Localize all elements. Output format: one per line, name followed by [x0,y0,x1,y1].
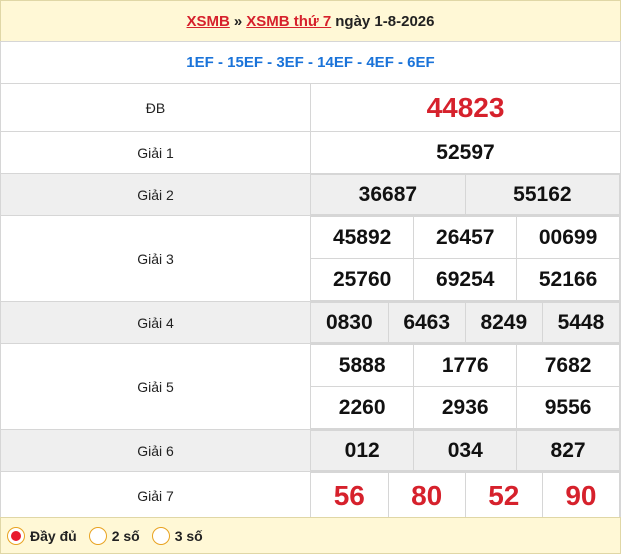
prize-number: 26457 [436,225,495,249]
prize-row-g1: Giải 1 52597 [0,131,621,174]
prize-number: 44823 [426,91,505,123]
radio-unchecked-icon[interactable] [88,526,107,545]
prize-number: 52 [488,479,520,511]
prize-row-g4: Giải 4 0830 6463 8249 5448 [0,301,621,344]
prize-row-g5: Giải 5 5888 1776 7682 2260 2936 9556 [0,343,621,430]
xsmb-link[interactable]: XSMB [187,13,230,30]
option-label: 3 số [174,527,203,544]
option-3-digits[interactable]: 3 số [151,526,203,545]
prize-label: ĐB [0,83,311,132]
prize-number: 9556 [544,395,592,419]
prize-number: 1776 [441,353,489,377]
prize-label: Giải 7 [0,471,311,520]
prize-label: Giải 1 [0,131,311,174]
draw-date: ngày 1-8-2026 [335,12,435,30]
prize-row-g2: Giải 2 36687 55162 [0,173,621,216]
results-header: XSMB » XSMB thứ 7 ngày 1-8-2026 [0,0,621,42]
prize-number: 0830 [325,310,373,334]
prize-number: 55162 [513,182,572,206]
prize-label: Giải 4 [0,301,311,344]
prize-number: 90 [565,479,597,511]
radio-checked-icon[interactable] [7,526,25,545]
prize-number: 45892 [332,225,392,249]
results-widget: XSMB » XSMB thứ 7 ngày 1-8-2026 1EF - 15… [0,0,621,554]
prize-number: 52597 [436,140,495,164]
option-label: 2 số [111,527,140,544]
prize-number: 5888 [338,353,386,377]
prize-label: Giải 6 [0,429,311,472]
prize-number: 827 [550,438,586,462]
prize-number: 2260 [338,395,386,419]
special-code-row: 1EF - 15EF - 3EF - 14EF - 4EF - 6EF [0,41,621,84]
prize-number: 36687 [358,182,418,206]
prize-number: 8249 [480,310,528,334]
prize-number: 69254 [436,267,495,291]
prize-number: 56 [333,479,365,511]
special-codes: 1EF - 15EF - 3EF - 14EF - 4EF - 6EF [186,53,435,71]
prize-number: 012 [344,438,380,462]
prize-row-g7: Giải 7 56 80 52 90 [0,471,621,520]
prize-number: 2936 [441,395,489,419]
option-label: Đầy đủ [30,527,77,544]
prize-number: 034 [447,438,483,462]
prize-number: 00699 [538,225,598,249]
option-full[interactable]: Đầy đủ [7,526,77,545]
radio-unchecked-icon[interactable] [151,526,170,545]
prize-row-g3: Giải 3 45892 26457 00699 25760 69254 521… [0,215,621,302]
prize-row-g6: Giải 6 012 034 827 [0,429,621,472]
prize-number: 5448 [557,310,605,334]
prize-label: Giải 5 [0,343,311,430]
prize-label: Giải 3 [0,215,311,302]
breadcrumb-separator: » [233,12,243,30]
prize-number: 25760 [332,267,392,291]
xsmb-saturday-link[interactable]: XSMB thứ 7 [246,13,331,30]
option-2-digits[interactable]: 2 số [88,526,140,545]
display-options: Đầy đủ 2 số 3 số [0,517,621,554]
results-table: 1EF - 15EF - 3EF - 14EF - 4EF - 6EF ĐB 4… [0,41,621,520]
prize-row-db: ĐB 44823 [0,83,621,132]
prize-number: 52166 [538,267,598,291]
prize-label: Giải 2 [0,173,311,216]
prize-number: 6463 [403,310,451,334]
prize-number: 80 [411,479,443,511]
prize-number: 7682 [544,353,592,377]
